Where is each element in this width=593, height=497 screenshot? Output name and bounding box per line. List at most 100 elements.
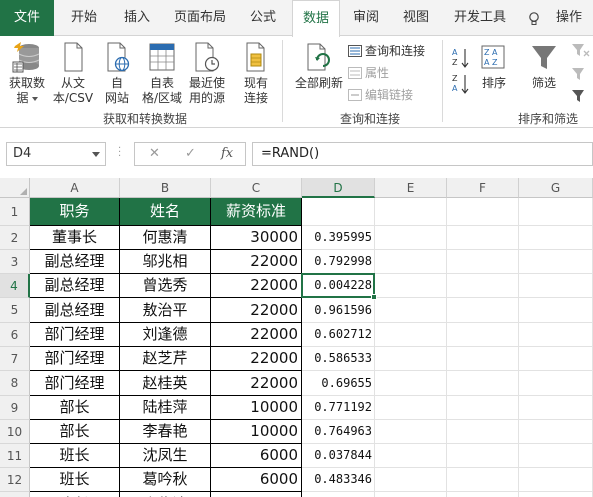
- tab-insert[interactable]: 插入: [112, 0, 162, 36]
- cell-position[interactable]: 班长: [30, 468, 120, 492]
- cell-name[interactable]: 赵芝芹: [120, 347, 211, 371]
- cell-name[interactable]: 张俊涛: [120, 492, 211, 497]
- cell-position[interactable]: 班长: [30, 492, 120, 497]
- cell-name[interactable]: 葛吟秋: [120, 468, 211, 492]
- tab-review[interactable]: 审阅: [344, 0, 388, 36]
- column-header-f[interactable]: F: [447, 178, 519, 198]
- cell-position[interactable]: 部门经理: [30, 323, 120, 347]
- grid-cell[interactable]: [375, 274, 447, 298]
- grid-cell[interactable]: [519, 323, 593, 347]
- tab-developer[interactable]: 开发工具: [442, 0, 518, 36]
- recent-sources-button[interactable]: 最近使 用的源: [186, 40, 228, 106]
- grid-cell[interactable]: [519, 298, 593, 323]
- cell-name[interactable]: 敖治平: [120, 298, 211, 323]
- advanced-filter-button[interactable]: [570, 88, 592, 108]
- cell-position[interactable]: 部长: [30, 420, 120, 444]
- tab-formulas[interactable]: 公式: [238, 0, 288, 36]
- cell-name[interactable]: 沈凤生: [120, 444, 211, 468]
- row-header[interactable]: 1: [0, 198, 30, 226]
- grid-cell[interactable]: [375, 420, 447, 444]
- cell-position[interactable]: 副总经理: [30, 298, 120, 323]
- cell-salary[interactable]: 22000: [211, 298, 302, 323]
- cell-random[interactable]: 0.771192: [302, 396, 375, 420]
- grid-cell[interactable]: [519, 468, 593, 492]
- cell-salary[interactable]: 10000: [211, 396, 302, 420]
- from-table-range-button[interactable]: 自表 格/区域: [138, 40, 186, 106]
- row-header[interactable]: 11: [0, 444, 30, 468]
- cell-position[interactable]: 班长: [30, 444, 120, 468]
- grid-cell[interactable]: [447, 444, 519, 468]
- grid-cell[interactable]: [447, 420, 519, 444]
- cell-random[interactable]: 0.602712: [302, 323, 375, 347]
- column-header-e[interactable]: E: [375, 178, 447, 198]
- column-header-g[interactable]: G: [519, 178, 593, 198]
- cell-name[interactable]: 曾选秀: [120, 274, 211, 298]
- cell-salary[interactable]: 10000: [211, 420, 302, 444]
- cancel-icon[interactable]: ✕: [149, 146, 160, 161]
- chevron-down-icon[interactable]: [92, 152, 100, 157]
- row-header[interactable]: 4: [0, 274, 30, 298]
- reapply-button[interactable]: [570, 66, 592, 86]
- row-header[interactable]: 7: [0, 347, 30, 371]
- table-header-name[interactable]: 姓名: [120, 198, 211, 226]
- grid-cell[interactable]: [375, 198, 447, 226]
- cell-salary[interactable]: 6000: [211, 492, 302, 497]
- grid-cell[interactable]: [375, 468, 447, 492]
- grid-cell[interactable]: [519, 492, 593, 497]
- select-all-corner[interactable]: [0, 178, 30, 198]
- cell-salary[interactable]: 22000: [211, 347, 302, 371]
- grid-cell[interactable]: [375, 226, 447, 250]
- cell-name[interactable]: 邬兆相: [120, 250, 211, 274]
- tab-page-layout[interactable]: 页面布局: [164, 0, 236, 36]
- cell-salary[interactable]: 6000: [211, 444, 302, 468]
- grid-cell[interactable]: [519, 274, 593, 298]
- row-header[interactable]: 13: [0, 492, 30, 497]
- cell-salary[interactable]: 22000: [211, 274, 302, 298]
- cell-salary[interactable]: 22000: [211, 250, 302, 274]
- cell-random[interactable]: 0.69655: [302, 371, 375, 396]
- row-header[interactable]: 3: [0, 250, 30, 274]
- grid-cell[interactable]: [447, 492, 519, 497]
- grid-cell[interactable]: [375, 371, 447, 396]
- grid-cell[interactable]: [302, 198, 375, 226]
- cell-name[interactable]: 何惠清: [120, 226, 211, 250]
- grid-cell[interactable]: [447, 323, 519, 347]
- from-web-button[interactable]: 自 网站: [98, 40, 136, 106]
- cell-random[interactable]: 0.037844: [302, 444, 375, 468]
- row-header[interactable]: 12: [0, 468, 30, 492]
- insert-function-icon[interactable]: fx: [221, 146, 233, 161]
- cell-name[interactable]: 李春艳: [120, 420, 211, 444]
- formula-input[interactable]: =RAND(): [252, 142, 593, 166]
- cell-position[interactable]: 董事长: [30, 226, 120, 250]
- tab-tell-me[interactable]: 操作: [552, 0, 593, 36]
- tab-home[interactable]: 开始: [58, 0, 110, 36]
- cell-salary[interactable]: 30000: [211, 226, 302, 250]
- grid-cell[interactable]: [519, 371, 593, 396]
- tab-file[interactable]: 文件: [0, 0, 54, 36]
- from-text-csv-button[interactable]: 从文 本/CSV: [50, 40, 96, 106]
- cell-name[interactable]: 刘逢德: [120, 323, 211, 347]
- grid-cell[interactable]: [375, 444, 447, 468]
- cell-position[interactable]: 副总经理: [30, 274, 120, 298]
- grid-cell[interactable]: [447, 250, 519, 274]
- properties-button[interactable]: 属性: [348, 64, 389, 82]
- cell-salary[interactable]: 6000: [211, 468, 302, 492]
- grid-cell[interactable]: [519, 226, 593, 250]
- grid-cell[interactable]: [375, 396, 447, 420]
- cell-position[interactable]: 部门经理: [30, 347, 120, 371]
- grid-cell[interactable]: [519, 198, 593, 226]
- table-header-position[interactable]: 职务: [30, 198, 120, 226]
- tab-view[interactable]: 视图: [392, 0, 440, 36]
- column-header-c[interactable]: C: [211, 178, 302, 198]
- enter-icon[interactable]: ✓: [185, 146, 196, 161]
- grid-cell[interactable]: [447, 226, 519, 250]
- row-header[interactable]: 10: [0, 420, 30, 444]
- grid-cell[interactable]: [447, 198, 519, 226]
- cell-random[interactable]: 0.395995: [302, 226, 375, 250]
- filter-button[interactable]: 筛选: [526, 40, 562, 91]
- cell-random[interactable]: 0.961596: [302, 298, 375, 323]
- row-header[interactable]: 6: [0, 323, 30, 347]
- cell-position[interactable]: 部门经理: [30, 371, 120, 396]
- grid-cell[interactable]: [447, 298, 519, 323]
- fill-handle[interactable]: [371, 294, 377, 300]
